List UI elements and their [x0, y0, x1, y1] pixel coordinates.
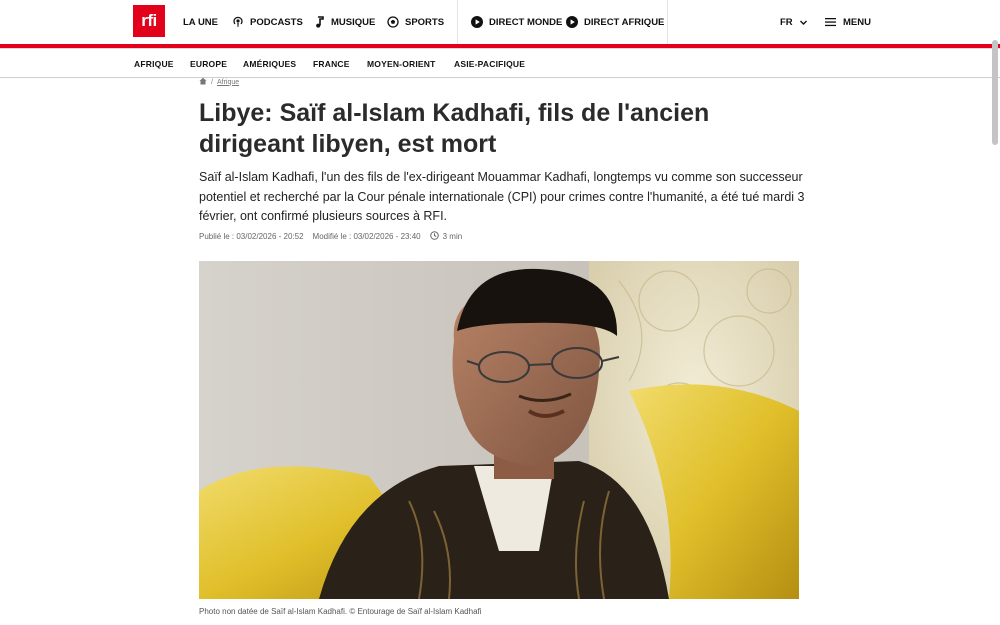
article-lead: Saïf al-Islam Kadhafi, l'un des fils de … [199, 170, 805, 223]
menu-button[interactable]: MENU [825, 14, 871, 30]
nav-podcasts[interactable]: PODCASTS [232, 14, 303, 30]
region-europe[interactable]: EUROPE [190, 59, 227, 69]
modified-date: Modifié le : 03/02/2026 - 23:40 [312, 231, 421, 241]
published-date: Publié le : 03/02/2026 - 20:52 [199, 231, 304, 241]
nav-direct-monde-label: DIRECT MONDE [489, 16, 563, 28]
region-france[interactable]: FRANCE [313, 59, 350, 69]
read-time: 3 min [442, 231, 463, 241]
language-label: FR [780, 16, 793, 28]
nav-sports[interactable]: SPORTS [387, 14, 444, 30]
header-divider [667, 0, 668, 44]
breadcrumb-separator: / [211, 78, 213, 86]
region-asie-pacifique[interactable]: ASIE-PACIFIQUE [454, 59, 525, 69]
breadcrumb: / Afrique [199, 77, 239, 87]
nav-sports-label: SPORTS [405, 16, 445, 28]
music-note-icon [314, 16, 325, 28]
breadcrumb-link-afrique[interactable]: Afrique [217, 79, 239, 86]
article-title: Libye: Saïf al-Islam Kadhafi, fils de l'… [199, 99, 710, 158]
hamburger-icon [825, 17, 837, 27]
nav-podcasts-label: PODCASTS [250, 16, 303, 28]
chevron-down-icon [799, 18, 808, 27]
region-nav: AFRIQUE EUROPE AMÉRIQUES FRANCE MOYEN-OR… [0, 49, 1000, 77]
scrollbar[interactable] [992, 40, 998, 145]
photo-caption: Photo non datée de Saïf al-Islam Kadhafi… [199, 607, 482, 616]
nav-direct-monde[interactable]: DIRECT MONDE [471, 14, 562, 30]
nav-direct-afrique-label: DIRECT AFRIQUE [584, 16, 665, 28]
region-moyen-orient[interactable]: MOYEN-ORIENT [367, 59, 436, 69]
region-ameriques[interactable]: AMÉRIQUES [243, 59, 296, 69]
play-icon [566, 16, 578, 28]
article-photo [199, 261, 799, 599]
play-icon [471, 16, 483, 28]
nav-la-une-label: LA UNE [183, 16, 219, 28]
language-selector[interactable]: FR [780, 14, 808, 30]
divider [0, 77, 1000, 78]
article-meta: Publié le : 03/02/2026 - 20:52 Modifié l… [199, 230, 463, 242]
clock-icon [429, 230, 439, 242]
nav-direct-afrique[interactable]: DIRECT AFRIQUE [566, 14, 664, 30]
rfi-logo[interactable]: rfi [133, 5, 165, 37]
nav-la-une[interactable]: LA UNE [183, 14, 218, 30]
menu-label: MENU [843, 16, 871, 28]
home-icon[interactable] [199, 77, 207, 87]
nav-musique[interactable]: MUSIQUE [314, 14, 375, 30]
nav-musique-label: MUSIQUE [331, 16, 376, 28]
podcast-icon [232, 16, 244, 28]
region-afrique[interactable]: AFRIQUE [134, 59, 174, 69]
soccer-ball-icon [387, 16, 399, 28]
top-header: rfi LA UNE PODCASTS MUSIQUE SPORTS DIREC… [0, 0, 1000, 44]
header-divider [457, 0, 458, 44]
